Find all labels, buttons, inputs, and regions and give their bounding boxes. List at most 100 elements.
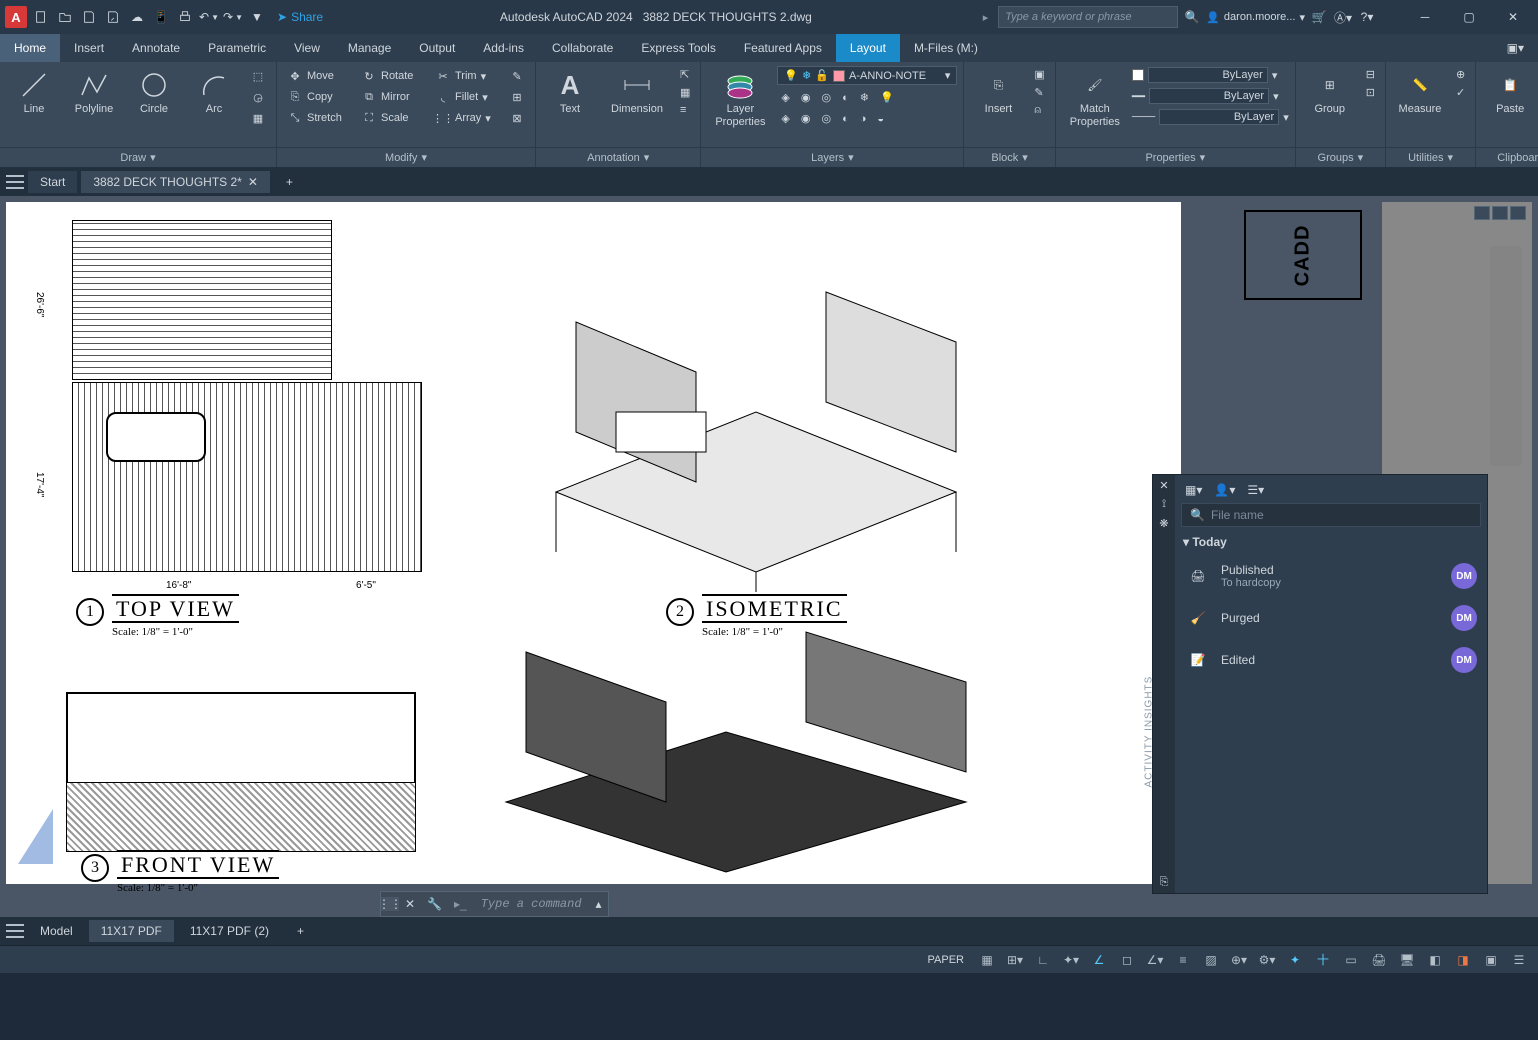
cmdline-close-icon[interactable]: ✕	[399, 897, 421, 911]
snap-toggle-icon[interactable]: ⊞▾	[1002, 949, 1028, 971]
util2-icon[interactable]: ✓	[1452, 84, 1469, 101]
command-input[interactable]: Type a command	[473, 897, 590, 911]
monitor-icon[interactable]: 🖥	[1394, 949, 1420, 971]
saveas-icon[interactable]	[103, 7, 123, 27]
qat-dropdown-icon[interactable]: ▼	[247, 7, 267, 27]
layout-tab-model[interactable]: Model	[28, 920, 85, 942]
user-menu[interactable]: 👤daron.moore...▾	[1206, 11, 1305, 24]
insert-button[interactable]: ⎘Insert	[970, 66, 1026, 119]
new-icon[interactable]	[31, 7, 51, 27]
grid-toggle-icon[interactable]: ▦	[974, 949, 1000, 971]
measure-button[interactable]: 📏Measure	[1392, 66, 1448, 119]
circle-button[interactable]: Circle	[126, 66, 182, 119]
print-icon2[interactable]: 🖨	[1366, 949, 1392, 971]
layer-properties-button[interactable]: Layer Properties	[707, 66, 773, 132]
layer-dropdown[interactable]: 💡❄🔓A-ANNO-NOTE▾	[777, 66, 957, 85]
tab-annotate[interactable]: Annotate	[118, 34, 194, 62]
layout-tab-pdf2[interactable]: 11X17 PDF (2)	[178, 920, 281, 942]
settings-palette-icon[interactable]: ❋	[1159, 517, 1168, 530]
selection-cycling-icon[interactable]: ⊕▾	[1226, 949, 1252, 971]
layout-tab-pdf1[interactable]: 11X17 PDF	[89, 920, 174, 942]
apps-icon[interactable]: Ⓐ▾	[1333, 7, 1353, 27]
offset-icon[interactable]: ⊞	[505, 87, 529, 107]
lineweight-dropdown[interactable]: ByLayer	[1149, 88, 1269, 104]
match-properties-button[interactable]: 🖌Match Properties	[1062, 66, 1128, 132]
layer-off-icon[interactable]: 💡	[876, 89, 898, 106]
tab-manage[interactable]: Manage	[334, 34, 405, 62]
tab-parametric[interactable]: Parametric	[194, 34, 280, 62]
layer-tool6-icon[interactable]: ◒	[873, 110, 888, 127]
layer-freeze-icon[interactable]: ❄	[856, 89, 873, 106]
otrack-icon[interactable]: ∠▾	[1142, 949, 1168, 971]
maximize-button[interactable]: ▢	[1449, 2, 1489, 32]
util1-icon[interactable]: ⊕	[1452, 66, 1469, 83]
layer-prev-icon[interactable]: ◎	[817, 89, 835, 106]
annoscale-icon[interactable]: 十	[1310, 949, 1336, 971]
minimize-button[interactable]: ─	[1405, 2, 1445, 32]
tab-start[interactable]: Start	[28, 171, 77, 193]
tab-collaborate[interactable]: Collaborate	[538, 34, 627, 62]
osnap3d-icon[interactable]: ◻	[1114, 949, 1140, 971]
copy-button[interactable]: ⎘Copy	[283, 87, 353, 107]
tab-output[interactable]: Output	[405, 34, 469, 62]
linetype-dropdown[interactable]: ByLayer	[1159, 109, 1279, 125]
customize-status-icon[interactable]: ☰	[1506, 949, 1532, 971]
tab-express[interactable]: Express Tools	[627, 34, 729, 62]
group-button[interactable]: ⊞Group	[1302, 66, 1358, 119]
share-button[interactable]: ➤Share	[271, 8, 329, 26]
lwt-icon[interactable]: ≡	[1170, 949, 1196, 971]
tab-layout[interactable]: Layout	[836, 34, 900, 62]
tray1-icon[interactable]: ◧	[1422, 949, 1448, 971]
close-tab-icon[interactable]: ✕	[248, 175, 258, 189]
web-icon[interactable]: ☁	[127, 7, 147, 27]
layer-tool1-icon[interactable]: ◈	[777, 110, 793, 127]
palette-list-icon[interactable]: ☰▾	[1247, 483, 1264, 497]
make-current-icon[interactable]: ◈	[777, 89, 793, 106]
stretch-button[interactable]: ⤡Stretch	[283, 108, 353, 128]
cmdline-grip-icon[interactable]: ⋮⋮	[381, 897, 399, 911]
ungroup-icon[interactable]: ⊟	[1362, 66, 1379, 83]
drawing-canvas[interactable]: 16'-8" 6'-5" 26'-6" 17'-4" 1TOP VIEWScal…	[0, 196, 1538, 891]
groupedit-icon[interactable]: ⊡	[1362, 84, 1379, 101]
palette-item-edited[interactable]: 📝 Edited DM	[1181, 641, 1481, 679]
search-icon[interactable]: 🔍	[1182, 7, 1202, 27]
tab-mfiles[interactable]: M-Files (M:)	[900, 34, 992, 62]
palette-bottom-icon[interactable]: ⎘	[1160, 876, 1169, 889]
palette-handle[interactable]: ✕ ⟟ ❋ ACTIVITY INSIGHTS ⎘	[1153, 475, 1175, 893]
command-line[interactable]: ⋮⋮ ✕ 🔧 ▸_ Type a command ▴	[380, 891, 609, 917]
palette-item-published[interactable]: 🖨 PublishedTo hardcopy DM	[1181, 557, 1481, 595]
mirror-button[interactable]: ⧉Mirror	[357, 87, 427, 107]
layer-iso-icon[interactable]: ◐	[838, 89, 853, 106]
color-dropdown[interactable]: ByLayer	[1148, 67, 1268, 83]
tab-featured[interactable]: Featured Apps	[730, 34, 836, 62]
layer-tool3-icon[interactable]: ◎	[817, 110, 835, 127]
layer-tool5-icon[interactable]: ◑	[856, 110, 871, 127]
viewport-controls[interactable]	[1474, 206, 1526, 220]
block-edit-icon[interactable]: ✎	[1030, 84, 1048, 101]
explode-icon[interactable]: ⊠	[505, 108, 529, 128]
app-logo[interactable]: A	[5, 6, 27, 28]
fillet-button[interactable]: ◟Fillet▾	[431, 87, 501, 107]
trim-button[interactable]: ✂Trim▾	[431, 66, 501, 86]
tab-insert[interactable]: Insert	[60, 34, 118, 62]
tab-view[interactable]: View	[280, 34, 334, 62]
help-icon[interactable]: ?▾	[1357, 7, 1377, 27]
scale-icon[interactable]: ✦	[1282, 949, 1308, 971]
text-button[interactable]: AText	[542, 66, 598, 119]
layer-tool4-icon[interactable]: ◐	[838, 110, 853, 127]
mobile-icon[interactable]: 📱	[151, 7, 171, 27]
table-icon[interactable]: ▦	[676, 84, 694, 101]
redo-icon[interactable]: ↷▼	[223, 7, 243, 27]
paste-button[interactable]: 📋Paste	[1482, 66, 1538, 119]
block-create-icon[interactable]: ▣	[1030, 66, 1048, 83]
layer-tool2-icon[interactable]: ◉	[797, 110, 815, 127]
undo-icon[interactable]: ↶▼	[199, 7, 219, 27]
draw-misc3[interactable]: ▦	[246, 108, 270, 128]
clean-screen-icon[interactable]: ▣	[1478, 949, 1504, 971]
palette-grid-icon[interactable]: ▦▾	[1185, 483, 1202, 497]
erase-icon[interactable]: ✎	[505, 66, 529, 86]
scale-button[interactable]: ⛶Scale	[357, 108, 427, 128]
close-button[interactable]: ✕	[1493, 2, 1533, 32]
rotate-button[interactable]: ↻Rotate	[357, 66, 427, 86]
mtext-icon[interactable]: ≡	[676, 102, 694, 118]
